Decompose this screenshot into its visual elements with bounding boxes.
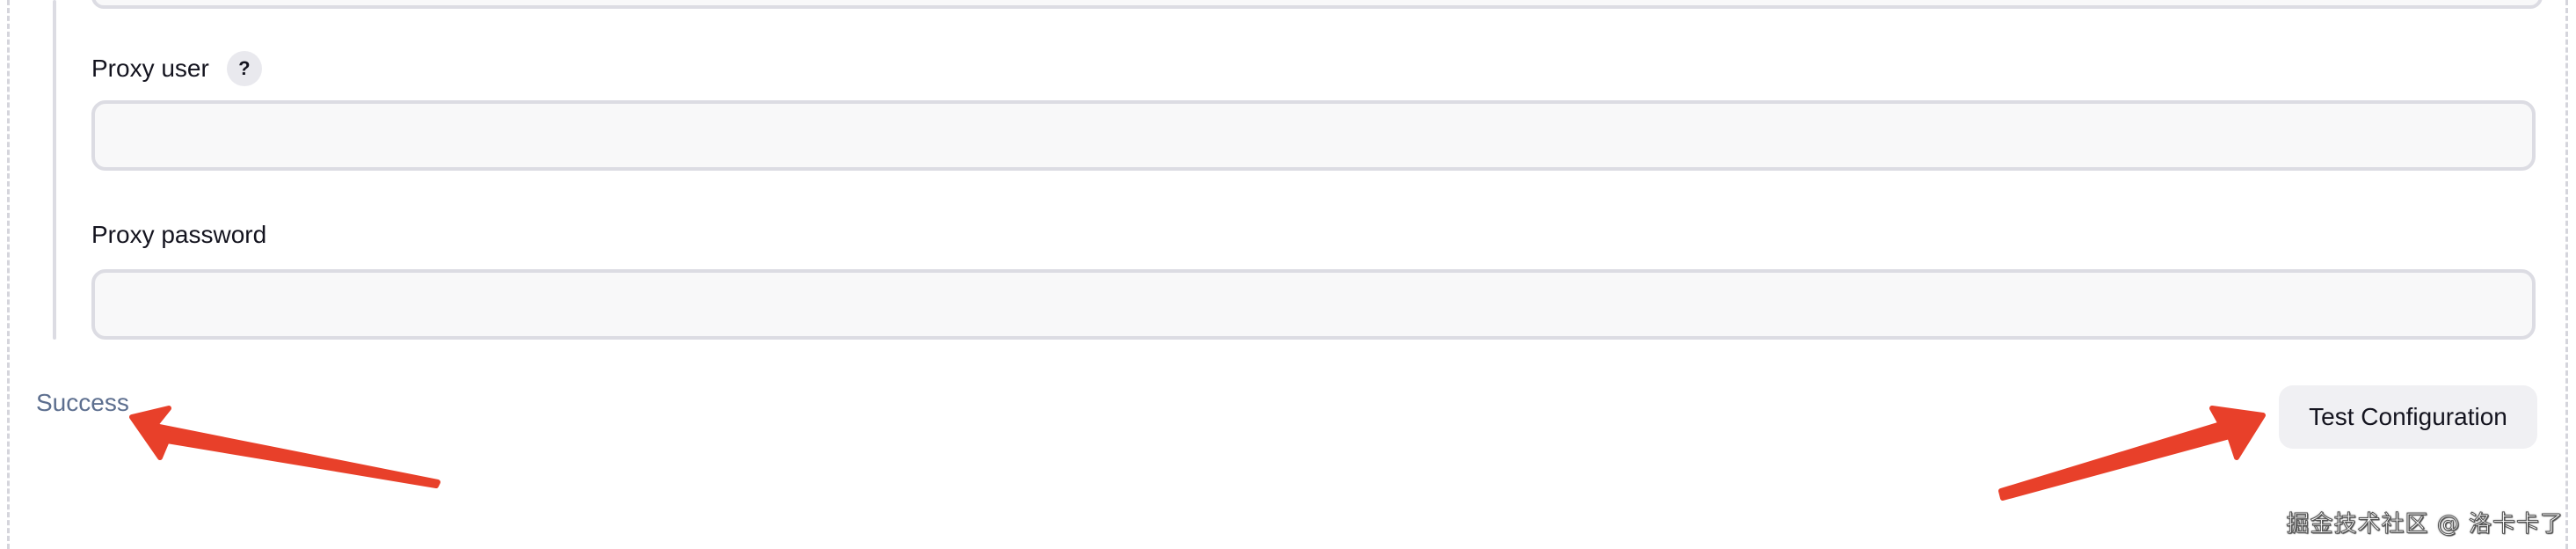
left-arrow-annotation xyxy=(129,406,440,488)
right-arrow-annotation xyxy=(1998,406,2266,501)
arrow-right-icon xyxy=(1998,406,2266,501)
test-result-status: Success xyxy=(36,389,129,416)
proxy-password-input[interactable] xyxy=(91,269,2536,340)
proxy-user-label-text: Proxy user xyxy=(91,55,209,82)
test-configuration-button[interactable]: Test Configuration xyxy=(2279,385,2537,449)
proxy-user-input[interactable] xyxy=(91,100,2536,171)
proxy-password-label: Proxy password xyxy=(91,221,266,249)
proxy-password-label-text: Proxy password xyxy=(91,221,267,248)
section-dashed-border-right xyxy=(2565,0,2568,549)
arrow-left-icon xyxy=(129,406,440,488)
help-icon[interactable]: ? xyxy=(226,51,262,86)
section-dashed-border-left xyxy=(7,0,10,549)
watermark: 掘金技术社区 @ 洛卡卡了 xyxy=(2286,511,2564,538)
proxy-user-label: Proxy user ? xyxy=(91,51,262,86)
nested-section-bar xyxy=(53,0,56,340)
previous-field-input[interactable] xyxy=(91,0,2543,9)
jenkins-config-page: Proxy user ? Proxy password Success Test… xyxy=(0,0,2576,549)
